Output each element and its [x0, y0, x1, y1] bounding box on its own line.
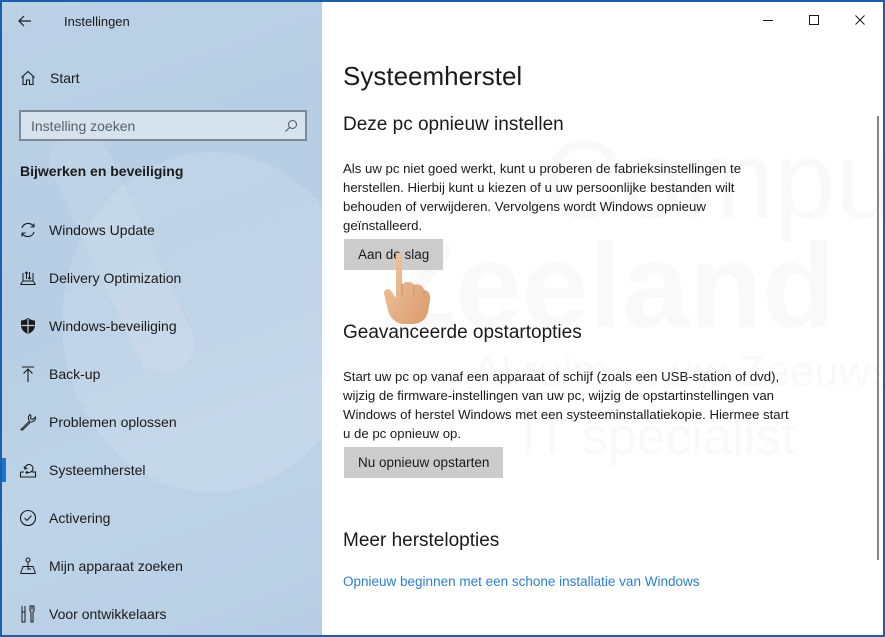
close-button[interactable] — [837, 2, 883, 38]
sync-icon — [18, 221, 38, 239]
sidebar-item-label: Delivery Optimization — [49, 270, 182, 286]
sidebar-item-label: Mijn apparaat zoeken — [49, 558, 183, 574]
upload-arrow-icon — [18, 365, 38, 383]
sidebar-item-label: Systeemherstel — [49, 462, 146, 478]
search-icon[interactable] — [277, 119, 305, 133]
sidebar-item-recovery[interactable]: Systeemherstel — [2, 446, 322, 494]
sidebar-item-label: Windows Update — [49, 222, 155, 238]
sidebar-item-label: Back-up — [49, 366, 101, 382]
sidebar-item-windows-update[interactable]: Windows Update — [2, 206, 322, 254]
back-arrow-icon — [18, 15, 31, 27]
app-title: Instellingen — [64, 13, 130, 29]
sidebar-nav: Windows Update Delivery Optimization Win… — [2, 206, 322, 635]
sidebar-item-label: Windows-beveiliging — [49, 318, 177, 334]
wrench-icon — [18, 413, 38, 431]
sidebar-item-troubleshoot[interactable]: Problemen oplossen — [2, 398, 322, 446]
titlebar-left: Instellingen — [2, 2, 322, 40]
sidebar-item-activation[interactable]: Activering — [2, 494, 322, 542]
shield-icon — [18, 317, 38, 335]
settings-window: Instellingen Start Bijwerken en beveilig… — [2, 2, 883, 635]
sidebar-item-windows-security[interactable]: Windows-beveiliging — [2, 302, 322, 350]
sidebar-item-label: Voor ontwikkelaars — [49, 606, 167, 622]
sidebar: Instellingen Start Bijwerken en beveilig… — [2, 2, 322, 635]
minimize-icon — [763, 20, 773, 21]
section-description-advanced-startup: Start uw pc op vanaf een apparaat of sch… — [343, 369, 789, 441]
section-description-reset-pc: Als uw pc niet goed werkt, kunt u prober… — [343, 161, 742, 233]
sidebar-item-label: Problemen oplossen — [49, 414, 177, 430]
find-device-icon — [18, 557, 38, 575]
section-heading-more-recovery: Meer herstelopties — [343, 530, 500, 551]
pointing-hand-cursor-icon — [383, 253, 431, 324]
maximize-button[interactable] — [791, 2, 837, 38]
fresh-start-link[interactable]: Opnieuw beginnen met een schone installa… — [343, 574, 699, 589]
sidebar-item-label: Activering — [49, 510, 111, 526]
sidebar-item-find-my-device[interactable]: Mijn apparaat zoeken — [2, 542, 322, 590]
search-input[interactable] — [21, 117, 277, 134]
sidebar-home[interactable]: Start — [2, 64, 322, 92]
sidebar-item-for-developers[interactable]: Voor ontwikkelaars — [2, 590, 322, 635]
search-box[interactable] — [19, 110, 307, 141]
section-heading-reset-pc: Deze pc opnieuw instellen — [343, 114, 564, 135]
home-icon — [18, 70, 38, 86]
minimize-button[interactable] — [745, 2, 791, 38]
page-title: Systeemherstel — [343, 61, 523, 91]
delivery-optimization-icon — [18, 269, 38, 287]
back-button[interactable] — [2, 2, 48, 40]
sidebar-home-label: Start — [50, 70, 80, 86]
vertical-scrollbar[interactable] — [877, 116, 879, 560]
section-heading: Bijwerken en beveiliging — [20, 163, 184, 179]
close-icon — [855, 15, 865, 25]
sidebar-item-delivery-optimization[interactable]: Delivery Optimization — [2, 254, 322, 302]
maximize-icon — [809, 15, 819, 25]
caption-buttons — [745, 2, 883, 38]
developer-tools-icon — [18, 605, 38, 623]
check-circle-icon — [18, 509, 38, 527]
section-heading-advanced-startup: Geavanceerde opstartopties — [343, 322, 582, 343]
recovery-icon — [18, 461, 38, 479]
restart-now-button[interactable]: Nu opnieuw opstarten — [344, 447, 504, 478]
sidebar-item-backup[interactable]: Back-up — [2, 350, 322, 398]
